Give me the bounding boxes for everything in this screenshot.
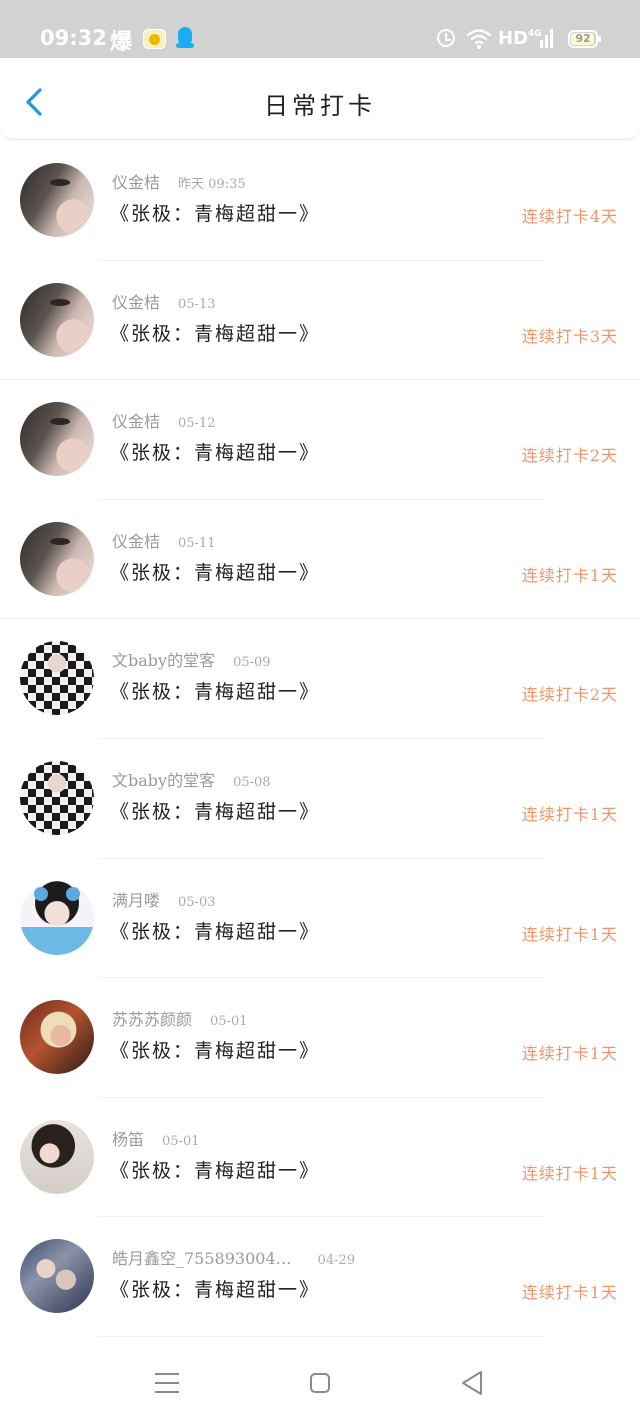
timestamp: 05-03 <box>178 894 216 910</box>
wifi-icon <box>466 29 492 49</box>
list-item[interactable]: 仪金桔 05-13 《张极：青梅超甜一》 连续打卡3天 <box>0 261 640 381</box>
battery-icon: 92 <box>568 30 601 48</box>
book-title[interactable]: 《张极：青梅超甜一》 <box>110 199 320 226</box>
avatar[interactable] <box>20 163 94 237</box>
list-item[interactable]: 文baby的堂客 05-09 《张极：青梅超甜一》 连续打卡2天 <box>0 619 640 739</box>
book-title[interactable]: 《张极：青梅超甜一》 <box>110 1156 320 1183</box>
avatar[interactable] <box>20 1119 94 1194</box>
timestamp: 昨天 09:35 <box>178 177 246 192</box>
status-bar: 09:32 爆 HD 4G 92 <box>0 0 640 58</box>
header: 日常打卡 <box>0 58 640 140</box>
back-triangle-icon[interactable] <box>460 1370 484 1396</box>
streak-label: 连续打卡1天 <box>521 1044 618 1064</box>
alarm-icon <box>437 29 455 47</box>
user-name[interactable]: 苏苏苏颜颜 <box>112 1010 192 1029</box>
streak-label: 连续打卡1天 <box>521 1283 618 1303</box>
network-label: HD <box>498 28 529 49</box>
user-name[interactable]: 皓月鑫空_755893004… <box>112 1249 292 1268</box>
streak-label: 连续打卡1天 <box>521 804 618 824</box>
streak-label: 连续打卡1天 <box>521 565 618 585</box>
timestamp: 05-09 <box>233 655 271 671</box>
qq-icon <box>176 27 194 49</box>
list-item[interactable]: 满月喽 05-03 《张极：青梅超甜一》 连续打卡1天 <box>0 859 640 979</box>
streak-label: 连续打卡2天 <box>521 685 618 705</box>
streak-label: 连续打卡1天 <box>521 1163 618 1183</box>
timestamp: 05-01 <box>210 1014 248 1030</box>
timestamp: 05-01 <box>162 1133 200 1149</box>
avatar[interactable] <box>20 282 94 357</box>
user-name[interactable]: 文baby的堂客 <box>112 651 215 670</box>
notes-app-icon <box>143 29 166 49</box>
battery-level: 92 <box>575 32 591 45</box>
signal-label: 4G <box>528 29 542 39</box>
book-title[interactable]: 《张极：青梅超甜一》 <box>110 438 320 465</box>
list-item[interactable]: 苏苏苏颜颜 05-01 《张极：青梅超甜一》 连续打卡1天 <box>0 978 640 1098</box>
timestamp: 05-12 <box>178 416 216 432</box>
system-nav-bar <box>0 1340 640 1422</box>
checkin-list: 仪金桔 昨天 09:35 《张极：青梅超甜一》 连续打卡4天 仪金桔 05-13 《… <box>0 141 640 1337</box>
status-time: 09:32 <box>40 26 107 50</box>
user-name[interactable]: 文baby的堂客 <box>112 771 215 790</box>
timestamp: 05-13 <box>178 296 216 312</box>
avatar[interactable] <box>20 1239 94 1314</box>
list-item[interactable]: 仪金桔 05-12 《张极：青梅超甜一》 连续打卡2天 <box>0 380 640 500</box>
streak-label: 连续打卡1天 <box>521 924 618 944</box>
streak-label: 连续打卡2天 <box>521 446 618 466</box>
avatar[interactable] <box>20 760 94 835</box>
user-name[interactable]: 杨笛 <box>112 1130 144 1149</box>
avatar[interactable] <box>20 521 94 596</box>
fire-app-icon: 爆 <box>110 30 133 55</box>
user-name[interactable]: 仪金桔 <box>112 532 160 551</box>
list-item[interactable]: 仪金桔 05-11 《张极：青梅超甜一》 连续打卡1天 <box>0 500 640 620</box>
avatar[interactable] <box>20 1000 94 1075</box>
book-title[interactable]: 《张极：青梅超甜一》 <box>110 1275 320 1302</box>
divider <box>98 1335 544 1337</box>
timestamp: 05-08 <box>233 774 271 790</box>
avatar[interactable] <box>20 880 94 955</box>
list-item[interactable]: 皓月鑫空_755893004… 04-29 《张极：青梅超甜一》 连续打卡1天 <box>0 1217 640 1337</box>
book-title[interactable]: 《张极：青梅超甜一》 <box>110 917 320 944</box>
streak-label: 连续打卡3天 <box>521 326 618 346</box>
timestamp: 05-11 <box>178 535 216 551</box>
book-title[interactable]: 《张极：青梅超甜一》 <box>110 558 320 585</box>
timestamp: 04-29 <box>317 1253 356 1269</box>
book-title[interactable]: 《张极：青梅超甜一》 <box>110 797 320 824</box>
book-title[interactable]: 《张极：青梅超甜一》 <box>110 1036 320 1063</box>
signal-icon: 4G <box>528 29 553 48</box>
user-name[interactable]: 仪金桔 <box>112 173 160 192</box>
book-title[interactable]: 《张极：青梅超甜一》 <box>110 319 320 346</box>
list-item[interactable]: 仪金桔 昨天 09:35 《张极：青梅超甜一》 连续打卡4天 <box>0 141 640 261</box>
user-name[interactable]: 仪金桔 <box>112 293 160 312</box>
avatar[interactable] <box>20 402 94 477</box>
home-icon[interactable] <box>310 1373 330 1393</box>
user-name[interactable]: 仪金桔 <box>112 412 160 431</box>
streak-label: 连续打卡4天 <box>521 207 618 226</box>
menu-icon[interactable] <box>155 1373 179 1393</box>
list-item[interactable]: 杨笛 05-01 《张极：青梅超甜一》 连续打卡1天 <box>0 1098 640 1218</box>
page-title: 日常打卡 <box>264 92 376 120</box>
user-name[interactable]: 满月喽 <box>112 891 160 910</box>
avatar[interactable] <box>20 641 94 716</box>
book-title[interactable]: 《张极：青梅超甜一》 <box>110 677 320 704</box>
list-item[interactable]: 文baby的堂客 05-08 《张极：青梅超甜一》 连续打卡1天 <box>0 739 640 859</box>
